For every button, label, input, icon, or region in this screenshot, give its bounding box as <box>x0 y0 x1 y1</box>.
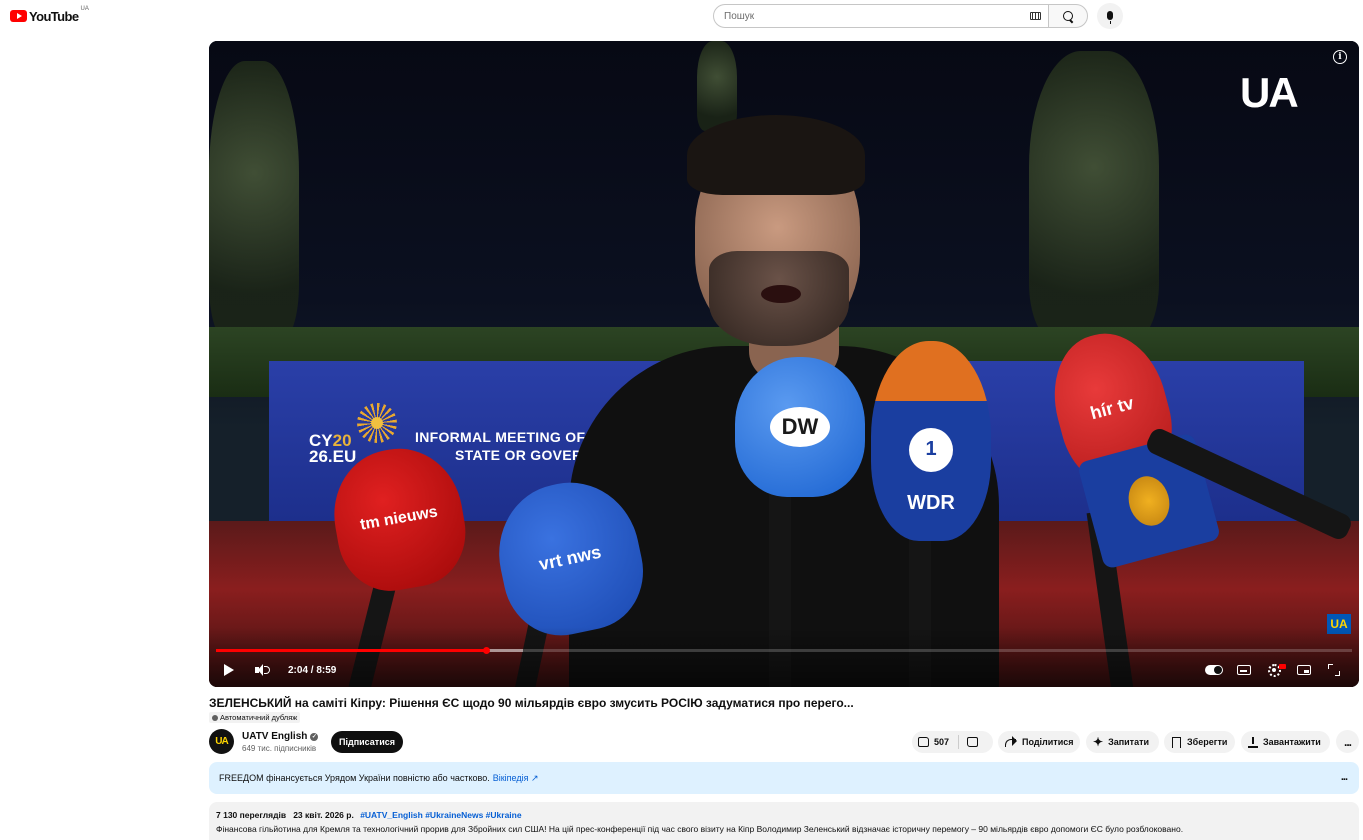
like-dislike-group: 507 <box>912 731 993 753</box>
video-title: ЗЕЛЕНСЬКИЙ на саміті Кіпру: Рішення ЄС щ… <box>209 696 854 710</box>
search-icon <box>1062 10 1074 22</box>
search-button[interactable] <box>1048 4 1088 28</box>
subtitles-button[interactable] <box>1235 660 1253 680</box>
al-jazeera-logo-icon <box>1123 471 1175 531</box>
dislike-button[interactable] <box>959 731 986 753</box>
speaker-mouth <box>761 285 801 303</box>
auto-dub-badge[interactable]: Автоматичний дубляж <box>209 712 301 723</box>
verified-icon: ✓ <box>310 732 319 741</box>
view-count: 7 130 переглядів <box>216 810 287 820</box>
youtube-play-icon <box>10 10 27 22</box>
subscriber-count: 649 тис. підписників <box>242 744 317 753</box>
save-label: Зберегти <box>1187 737 1228 747</box>
banner-cy-logo: CY20 26.EU <box>309 432 357 466</box>
video-tree-left <box>209 61 299 341</box>
dubbing-icon <box>212 714 218 721</box>
sparkle-icon: ✦ <box>1093 735 1104 749</box>
autoplay-toggle-icon <box>1205 665 1223 675</box>
share-label: Поділитися <box>1022 737 1074 747</box>
microphone-icon <box>1107 10 1113 24</box>
settings-gear-icon <box>1267 663 1286 677</box>
progress-played <box>216 649 487 652</box>
video-description[interactable]: 7 130 переглядів 23 квіт. 2026 р. #UATV_… <box>209 802 1359 840</box>
funding-notice: FREEДOM фінансується Урядом України повн… <box>209 762 1359 794</box>
play-button[interactable] <box>221 660 237 680</box>
video-palm <box>697 41 737 131</box>
avatar-text: UA <box>215 736 228 747</box>
banner-cy-year-bottom: 26 <box>309 447 328 466</box>
hd-badge-icon <box>1278 663 1286 669</box>
subtitles-icon <box>1237 665 1251 675</box>
video-player[interactable]: CY20 26.EU INFORMAL MEETING OF STATE OR … <box>209 41 1359 687</box>
upload-date: 23 квіт. 2026 р. <box>293 810 354 820</box>
wdr-logo: WDR <box>907 491 955 514</box>
autoplay-toggle[interactable] <box>1204 660 1224 680</box>
download-button[interactable]: Завантажити <box>1241 731 1330 753</box>
hashtags[interactable]: #UATV_English #UkraineNews #Ukraine <box>360 810 521 820</box>
voice-search-button[interactable] <box>1097 3 1123 29</box>
like-count: 507 <box>934 737 950 747</box>
banner-cy-suffix: .EU <box>327 447 357 466</box>
ard-one-logo: 1 <box>909 427 953 472</box>
ask-button[interactable]: ✦ Запитати <box>1086 731 1159 753</box>
video-tree-right <box>1029 51 1159 341</box>
description-text: Фінансова гільйотина для Кремля та техно… <box>216 824 1184 834</box>
description-meta: 7 130 переглядів 23 квіт. 2026 р. #UATV_… <box>216 810 1352 820</box>
search-placeholder: Пошук <box>724 10 755 22</box>
ask-label: Запитати <box>1108 737 1150 747</box>
search-input[interactable]: Пошук <box>713 4 1049 28</box>
youtube-logo[interactable]: YouTube UA <box>10 6 89 24</box>
save-button[interactable]: Зберегти <box>1164 731 1235 753</box>
keyboard-icon[interactable] <box>1030 12 1041 20</box>
controls-overlay <box>209 627 1359 687</box>
mute-button[interactable] <box>252 660 272 680</box>
channel-name-link[interactable]: UATV English ✓ <box>242 731 319 742</box>
cyprus-presidency-emblem <box>357 403 397 443</box>
banner-line-2: STATE OR GOVER <box>455 447 583 463</box>
funding-notice-text: FREEДOM фінансується Урядом України повн… <box>219 773 490 783</box>
like-button[interactable]: 507 <box>912 731 949 753</box>
channel-watermark: UA <box>1240 69 1299 116</box>
fullscreen-icon <box>1328 664 1340 676</box>
play-icon <box>224 664 234 676</box>
logo-text: YouTube <box>29 8 79 24</box>
volume-icon <box>255 664 270 676</box>
channel-avatar[interactable]: UA <box>209 729 234 754</box>
channel-name: UATV English <box>242 731 308 742</box>
wdr-microphone: 1 WDR <box>871 341 991 541</box>
progress-bar[interactable] <box>216 647 1352 654</box>
share-icon <box>1005 735 1017 747</box>
time-text: 2:04 / 8:59 <box>288 664 337 676</box>
time-display: 2:04 / 8:59 <box>288 660 336 680</box>
auto-dub-label: Автоматичний дубляж <box>220 713 298 722</box>
more-actions-button[interactable]: ... <box>1336 730 1359 753</box>
logo-country-code: UA <box>80 6 89 12</box>
dw-microphone: DW <box>735 357 865 497</box>
speaker-hair <box>687 115 865 195</box>
notice-more-button[interactable]: ... <box>1341 771 1348 783</box>
settings-button[interactable] <box>1265 660 1286 680</box>
masthead: YouTube UA Пошук <box>0 0 1363 36</box>
download-icon <box>1248 736 1258 748</box>
download-label: Завантажити <box>1263 737 1321 747</box>
dw-logo: DW <box>770 407 830 447</box>
info-icon[interactable]: i <box>1333 50 1347 64</box>
more-dots-icon: ... <box>1343 734 1352 749</box>
subscribe-button[interactable]: Підписатися <box>331 731 403 753</box>
bookmark-icon <box>1172 736 1181 749</box>
thumbs-up-icon <box>918 737 929 747</box>
share-button[interactable]: Поділитися <box>998 731 1080 753</box>
thumbs-down-icon <box>967 737 979 747</box>
fullscreen-button[interactable] <box>1326 660 1342 680</box>
wikipedia-link[interactable]: Вікіпедія ↗ <box>493 773 539 784</box>
banner-text: INFORMAL MEETING OF STATE OR GOVER <box>415 428 585 464</box>
miniplayer-button[interactable] <box>1295 660 1313 680</box>
banner-line-1: INFORMAL MEETING OF <box>415 429 586 445</box>
miniplayer-icon <box>1297 665 1311 675</box>
